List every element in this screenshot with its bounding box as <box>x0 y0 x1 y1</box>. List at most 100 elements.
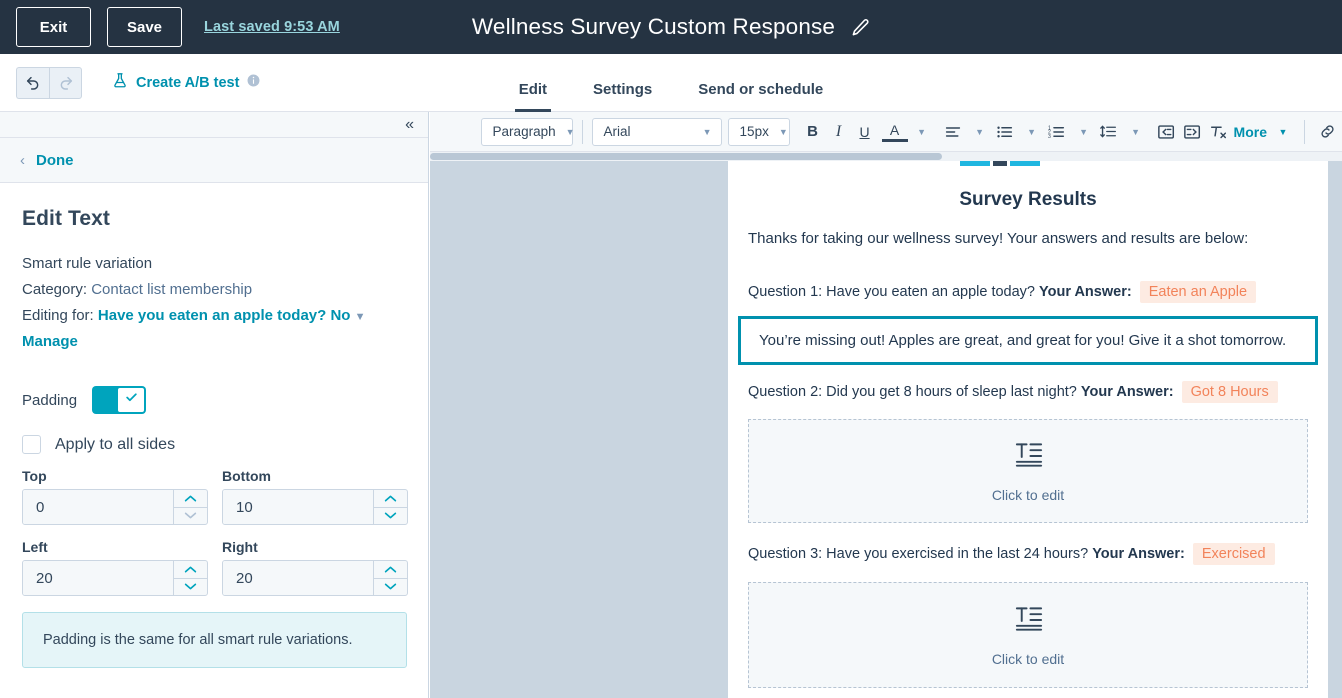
left-increment-button[interactable] <box>174 561 207 579</box>
bold-button[interactable]: B <box>800 118 826 146</box>
email-preview-scroll-area: Survey Results Thanks for taking our wel… <box>430 161 1342 698</box>
scrollbar-thumb[interactable] <box>430 153 942 160</box>
editing-for-dropdown[interactable]: Have you eaten an apple today? No <box>98 307 351 324</box>
bulleted-list-icon[interactable] <box>992 118 1018 146</box>
bottom-label: Bottom <box>222 468 271 484</box>
sidebar-heading: Edit Text <box>22 207 111 230</box>
sidebar-collapse-row: « <box>0 112 428 138</box>
secondary-toolbar: Create A/B test Edit Settings Send or sc… <box>0 54 1342 112</box>
pencil-icon[interactable] <box>851 18 870 37</box>
font-color-button[interactable]: A <box>881 122 908 142</box>
clear-formatting-icon[interactable] <box>1206 118 1232 146</box>
email-heading: Survey Results <box>959 189 1097 210</box>
redo-icon[interactable] <box>49 66 82 99</box>
line-height-dropdown[interactable]: ▼ <box>1122 118 1148 146</box>
empty-module-label-1: Click to edit <box>991 486 1065 503</box>
paragraph-style-select[interactable]: Paragraph ▼ <box>480 117 575 146</box>
edit-text-sidebar: « ‹ Done Edit Text Smart rule variation … <box>0 112 429 698</box>
indent-icon[interactable] <box>1180 118 1206 146</box>
font-size-select[interactable]: 15px ▼ <box>727 117 790 146</box>
chevron-down-icon[interactable]: ▼ <box>355 311 366 323</box>
bottom-decrement-button[interactable] <box>374 508 407 525</box>
save-button[interactable]: Save <box>107 7 182 47</box>
top-decrement-button[interactable] <box>174 508 207 525</box>
question-2-token: Got 8 Hours <box>1181 381 1278 404</box>
right-increment-button[interactable] <box>374 561 407 579</box>
empty-text-module-1[interactable]: Click to edit <box>748 419 1308 524</box>
outdent-icon[interactable] <box>1154 118 1180 146</box>
link-icon[interactable] <box>1314 118 1340 146</box>
selected-text-content: You’re missing out! Apples are great, an… <box>759 332 1287 350</box>
question-3-token: Exercised <box>1192 543 1275 566</box>
last-saved-link[interactable]: Last saved 9:53 AM <box>204 19 340 35</box>
left-stepper[interactable] <box>22 560 208 596</box>
more-button[interactable]: More <box>1232 124 1269 140</box>
undo-icon[interactable] <box>16 66 49 99</box>
top-input[interactable] <box>23 490 173 524</box>
email-canvas: Paragraph ▼ Arial ▼ 15px ▼ B I U A ▼ ▼ ▼… <box>430 112 1342 698</box>
email-question-2[interactable]: Question 2: Did you get 8 hours of sleep… <box>728 365 1328 404</box>
tab-send-or-schedule[interactable]: Send or schedule <box>694 82 827 112</box>
right-stepper[interactable] <box>222 560 408 596</box>
manage-link[interactable]: Manage <box>22 333 78 350</box>
editing-for-label: Editing for: <box>22 307 94 324</box>
toolbar-divider <box>1304 119 1305 144</box>
tab-settings[interactable]: Settings <box>589 82 656 112</box>
rich-text-toolbar: Paragraph ▼ Arial ▼ 15px ▼ B I U A ▼ ▼ ▼… <box>430 112 1342 152</box>
apply-to-all-sides-checkbox[interactable]: Apply to all sides <box>22 435 406 454</box>
document-title-group: Wellness Survey Custom Response <box>0 0 1342 54</box>
text-module-icon <box>1013 604 1044 639</box>
bottom-input[interactable] <box>223 490 373 524</box>
padding-field-right: Right <box>222 539 408 596</box>
check-icon <box>125 391 138 409</box>
email-question-1[interactable]: Question 1: Have you eaten an apple toda… <box>728 249 1328 304</box>
exit-button[interactable]: Exit <box>16 7 91 47</box>
underline-button[interactable]: U <box>852 118 878 146</box>
line-height-icon[interactable] <box>1096 118 1122 146</box>
padding-fields-grid: Top Bottom <box>22 468 408 596</box>
right-decrement-button[interactable] <box>374 579 407 596</box>
padding-toggle[interactable] <box>93 387 146 413</box>
bottom-spinner <box>373 490 407 524</box>
info-icon[interactable] <box>247 74 260 91</box>
font-family-select[interactable]: Arial ▼ <box>591 117 722 146</box>
drag-handle-center <box>993 161 1007 166</box>
done-button[interactable]: Done <box>36 152 74 169</box>
chevron-left-icon[interactable]: ‹ <box>20 152 25 169</box>
create-ab-test-button[interactable]: Create A/B test <box>112 72 260 93</box>
numbered-list-dropdown[interactable]: ▼ <box>1070 118 1096 146</box>
toggle-knob <box>117 387 146 413</box>
category-value: Contact list membership <box>91 281 253 298</box>
italic-button[interactable]: I <box>826 118 852 146</box>
left-input[interactable] <box>23 561 173 595</box>
tab-edit[interactable]: Edit <box>514 82 552 112</box>
left-decrement-button[interactable] <box>174 579 207 596</box>
left-label: Left <box>22 539 48 555</box>
top-increment-button[interactable] <box>174 490 207 508</box>
font-size-value: 15px <box>739 124 769 139</box>
sidebar-body: Edit Text Smart rule variation Category:… <box>0 183 428 668</box>
question-1-text: Question 1: Have you eaten an apple toda… <box>748 284 1035 301</box>
empty-text-module-2[interactable]: Click to edit <box>748 582 1308 689</box>
toolbar-horizontal-scrollbar[interactable] <box>430 152 1342 161</box>
bottom-stepper[interactable] <box>222 489 408 525</box>
double-chevron-left-icon[interactable]: « <box>405 116 414 133</box>
email-intro-text: Thanks for taking our wellness survey! Y… <box>748 230 1249 247</box>
email-content: Survey Results Thanks for taking our wel… <box>728 161 1328 698</box>
align-left-icon[interactable] <box>940 118 966 146</box>
numbered-list-icon[interactable]: 123 <box>1044 118 1070 146</box>
module-drag-handle[interactable] <box>960 161 1050 166</box>
question-1-token: Eaten an Apple <box>1139 281 1257 304</box>
question-3-text: Question 3: Have you exercised in the la… <box>748 546 1089 563</box>
align-dropdown[interactable]: ▼ <box>966 118 992 146</box>
font-color-dropdown[interactable]: ▼ <box>908 118 934 146</box>
left-spinner <box>173 561 207 595</box>
selected-text-module[interactable]: You’re missing out! Apples are great, an… <box>738 316 1318 366</box>
bottom-increment-button[interactable] <box>374 490 407 508</box>
right-input[interactable] <box>223 561 373 595</box>
top-stepper[interactable] <box>22 489 208 525</box>
chevron-down-icon: ▼ <box>565 126 575 137</box>
bulleted-list-dropdown[interactable]: ▼ <box>1018 118 1044 146</box>
email-question-3[interactable]: Question 3: Have you exercised in the la… <box>728 523 1328 566</box>
more-dropdown[interactable]: ▼ <box>1269 118 1295 146</box>
